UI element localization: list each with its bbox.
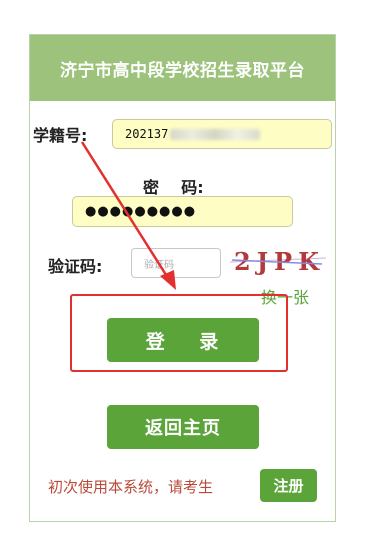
redacted-blur [170, 128, 261, 140]
register-button[interactable]: 注册 [260, 469, 317, 502]
home-button[interactable]: 返回主页 [107, 405, 259, 449]
student-id-label: 学籍号: [33, 126, 88, 145]
student-id-input[interactable]: 202137 [112, 119, 332, 149]
password-input[interactable]: ●●●●●●●●● [72, 196, 293, 227]
password-label: 密 码: [143, 178, 204, 197]
student-id-value: 202137 [125, 127, 169, 141]
password-value: ●●●●●●●●● [85, 204, 197, 219]
captcha-placeholder: 验证码 [144, 259, 174, 271]
captcha-input[interactable]: 验证码 [131, 248, 221, 278]
first-use-notice: 初次使用本系统，请考生 [48, 478, 214, 496]
captcha-image[interactable]: 2JPK [230, 240, 326, 282]
captcha-refresh-link[interactable]: 换一张 [261, 284, 309, 308]
captcha-label: 验证码: [48, 257, 103, 276]
page-title: 济宁市高中段学校招生录取平台 [30, 35, 335, 101]
login-button[interactable]: 登 录 [107, 318, 259, 362]
